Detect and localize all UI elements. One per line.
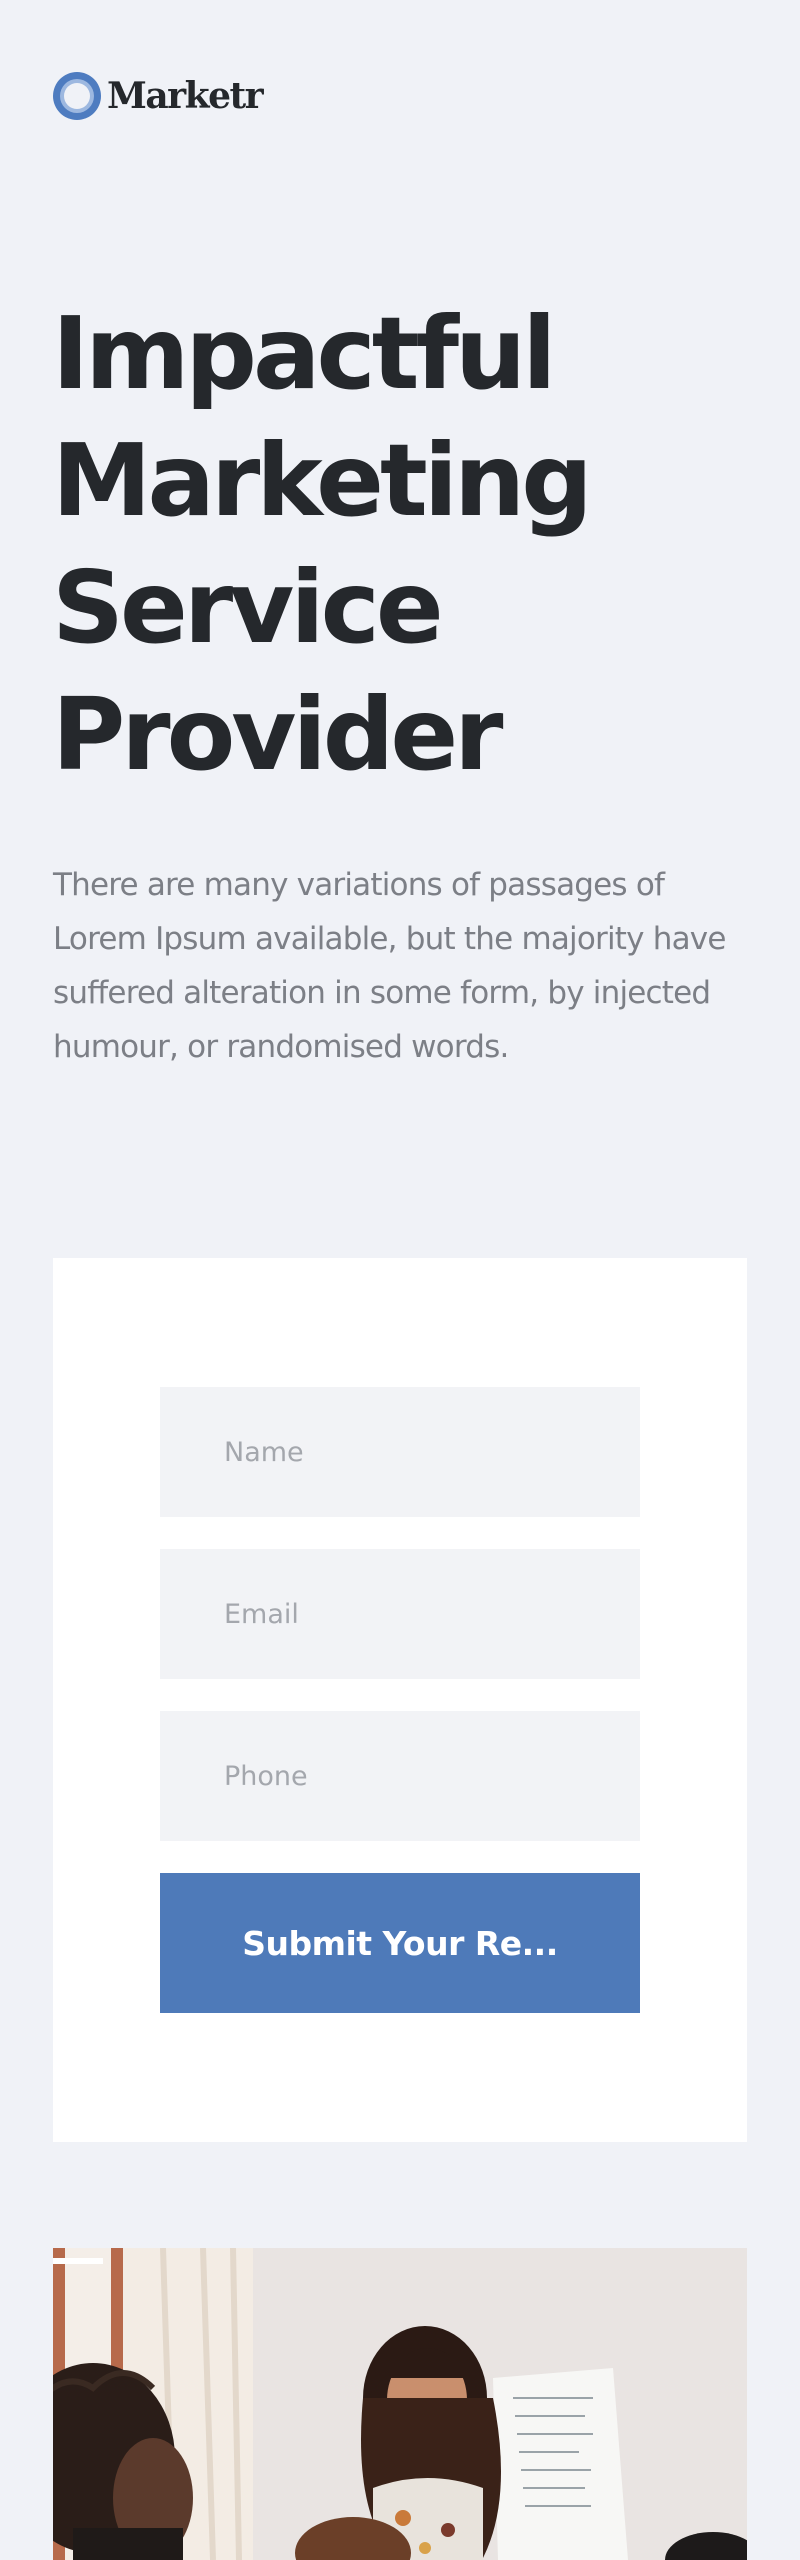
hero-title-line: Provider bbox=[52, 676, 504, 793]
hero-title-line: Service bbox=[52, 549, 444, 666]
submit-request-button[interactable]: Submit Your Re... bbox=[160, 1873, 640, 2013]
brand-logo-text[interactable]: Marketr bbox=[107, 75, 264, 117]
hero-title-line: Marketing bbox=[52, 422, 593, 539]
team-meeting-photo bbox=[53, 2248, 747, 2560]
request-form: Submit Your Re... bbox=[53, 1258, 747, 2142]
name-input[interactable] bbox=[160, 1387, 640, 1517]
email-input[interactable] bbox=[160, 1549, 640, 1679]
hero-title-line: Impactful bbox=[52, 295, 557, 412]
team-meeting-illustration bbox=[53, 2248, 747, 2560]
site-header: Marketr bbox=[53, 72, 264, 120]
logo-ring-icon[interactable] bbox=[53, 72, 101, 120]
hero-description: There are many variations of passages of… bbox=[53, 867, 726, 1065]
hero-title: Impactful Marketing Service Provider bbox=[52, 290, 692, 798]
phone-input[interactable] bbox=[160, 1711, 640, 1841]
